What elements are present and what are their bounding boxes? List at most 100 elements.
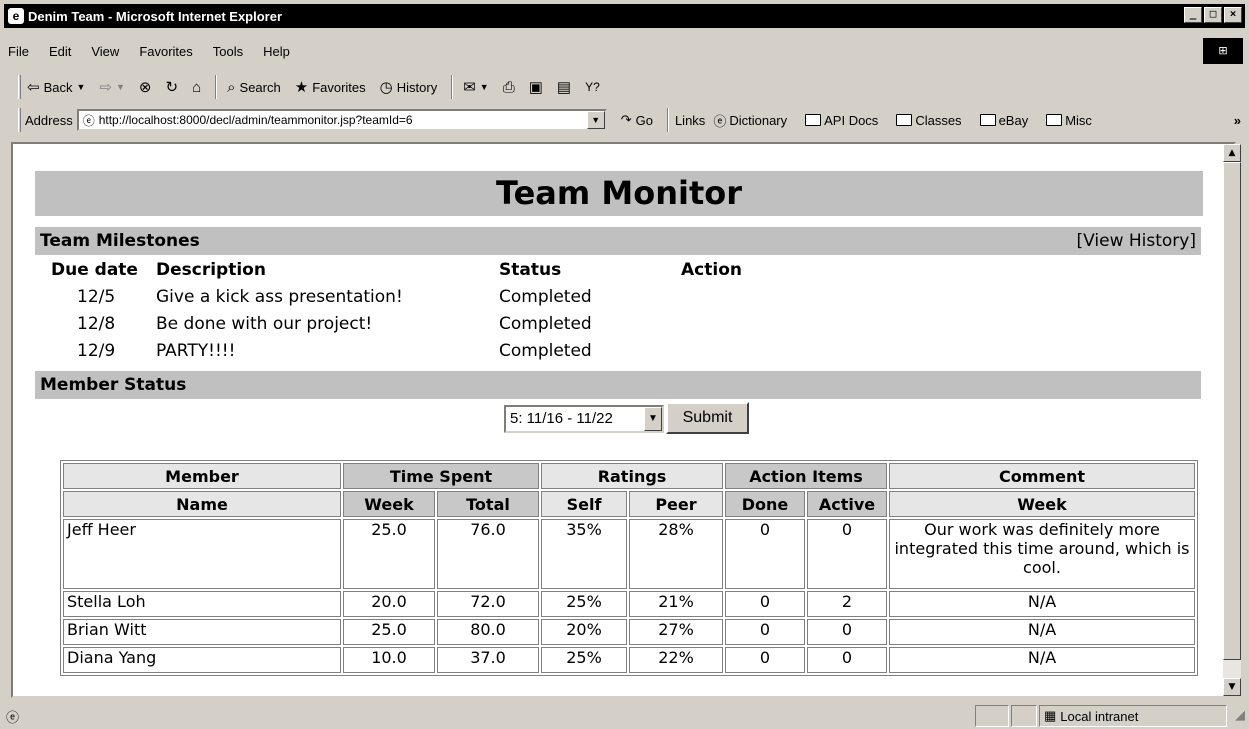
dropdown-arrow-icon[interactable]: ▼ — [116, 82, 125, 92]
submit-button[interactable]: Submit — [666, 402, 749, 434]
menu-favorites[interactable]: Favorites — [139, 42, 192, 61]
zone-label: Local intranet — [1060, 708, 1139, 724]
vertical-scrollbar[interactable]: ▲ ▼ — [1223, 144, 1241, 696]
stop-button[interactable]: ⊗ — [139, 78, 152, 96]
cell-total: 37.0 — [437, 647, 539, 673]
address-bar: Address ⓔ http://localhost:8000/decl/adm… — [0, 105, 1249, 135]
milestone-status: Completed — [499, 314, 592, 334]
print-button[interactable]: ⎙ — [503, 79, 515, 96]
favorites-label: Favorites — [312, 79, 366, 95]
history-button[interactable]: ◷ History — [380, 78, 438, 96]
search-button[interactable]: ⌕ Search — [227, 79, 281, 96]
forward-button[interactable]: ⇨ ▼ — [99, 78, 125, 96]
address-input[interactable]: ⓔ http://localhost:8000/decl/admin/teamm… — [76, 109, 607, 131]
window-title: Denim Team - Microsoft Internet Explorer — [28, 8, 283, 24]
week-select[interactable]: 5: 11/16 - 11/22 ▼ — [504, 405, 664, 433]
go-button[interactable]: ↷ Go — [621, 112, 653, 128]
intranet-icon: ▦ — [1044, 708, 1057, 723]
page-icon: ⓔ — [82, 113, 95, 128]
link-label: Dictionary — [729, 112, 788, 128]
table-group-header-row: Member Time Spent Ratings Action Items C… — [63, 463, 1195, 489]
go-arrow-icon: ↷ — [620, 112, 632, 127]
menu-view[interactable]: View — [91, 42, 119, 61]
milestone-status: Completed — [499, 287, 592, 307]
folder-icon — [896, 114, 913, 126]
milestone-header-action: Action — [681, 260, 742, 280]
milestone-date: 12/8 — [77, 314, 116, 334]
minimize-button[interactable]: _ — [1184, 7, 1202, 23]
chevron-down-icon[interactable]: ▼ — [644, 407, 662, 431]
week-select-value: 5: 11/16 - 11/22 — [510, 410, 613, 427]
window-titlebar: e Denim Team - Microsoft Internet Explor… — [4, 4, 1245, 28]
link-misc[interactable]: Misc — [1046, 113, 1092, 128]
milestone-date: 12/9 — [77, 341, 116, 361]
table-row: Brian Witt 25.0 80.0 20% 27% 0 0 N/A — [63, 619, 1195, 645]
links-overflow-chevron-icon[interactable]: » — [1234, 113, 1241, 128]
toolbar-separator — [451, 75, 454, 99]
link-label: eBay — [998, 112, 1029, 128]
link-label: API Docs — [824, 112, 879, 128]
cell-done: 0 — [725, 619, 805, 645]
view-history-link[interactable]: [View History] — [1077, 227, 1197, 255]
home-button[interactable]: ⌂ — [192, 79, 201, 96]
address-grip[interactable] — [18, 108, 21, 132]
refresh-button[interactable]: ↻ — [165, 78, 178, 96]
toolbar-grip[interactable] — [18, 75, 21, 99]
cell-active: 2 — [807, 591, 887, 617]
back-arrow-icon: ⇦ — [27, 79, 40, 96]
address-label: Address — [25, 112, 73, 128]
resize-grip-icon[interactable]: ◢ — [1235, 707, 1245, 723]
cell-done: 0 — [725, 519, 805, 589]
milestone-description: Give a kick ass presentation! — [156, 287, 403, 307]
menu-tools[interactable]: Tools — [213, 42, 243, 61]
cell-name: Jeff Heer — [63, 519, 341, 589]
link-classes[interactable]: Classes — [896, 112, 962, 128]
scroll-down-button[interactable]: ▼ — [1223, 678, 1241, 696]
link-dictionary[interactable]: ⓔ Dictionary — [713, 111, 787, 130]
member-status-section-header: Member Status — [35, 371, 1201, 399]
col-header-week: Week — [343, 491, 435, 517]
cell-total: 76.0 — [437, 519, 539, 589]
table-row: Diana Yang 10.0 37.0 25% 22% 0 0 N/A — [63, 647, 1195, 673]
menu-help[interactable]: Help — [263, 42, 290, 61]
back-button[interactable]: ⇦ Back ▼ — [27, 78, 85, 96]
edit-button[interactable]: ▣ — [529, 78, 543, 96]
table-sub-header-row: Name Week Total Self Peer Done Active We… — [63, 491, 1195, 517]
history-label: History — [396, 79, 438, 95]
menu-file[interactable]: File — [8, 42, 29, 61]
discuss-button[interactable]: ▤ — [557, 78, 571, 96]
messenger-button[interactable]: Y? — [585, 80, 600, 94]
cell-total: 80.0 — [437, 619, 539, 645]
ie-icon: e — [8, 8, 24, 24]
group-header-comment: Comment — [889, 463, 1195, 489]
scroll-up-button[interactable]: ▲ — [1223, 144, 1241, 162]
maximize-button[interactable]: □ — [1204, 7, 1222, 23]
link-api-docs[interactable]: API Docs — [805, 113, 878, 128]
cell-week: 25.0 — [343, 619, 435, 645]
mail-icon: ✉ — [463, 79, 476, 96]
history-icon: ◷ — [379, 79, 393, 96]
menu-edit[interactable]: Edit — [49, 42, 71, 61]
page-status-icon: ⓔ — [6, 710, 20, 725]
close-button[interactable]: × — [1224, 7, 1242, 23]
cell-comment: N/A — [889, 647, 1195, 673]
messenger-icon: Y? — [585, 80, 600, 94]
address-dropdown-button[interactable]: ▼ — [586, 111, 605, 129]
folder-icon — [1046, 114, 1063, 126]
scroll-thumb[interactable] — [1223, 162, 1241, 660]
back-label: Back — [43, 79, 73, 95]
milestone-description: PARTY!!!! — [156, 341, 236, 361]
cell-peer: 28% — [629, 519, 723, 589]
go-label: Go — [635, 112, 653, 128]
links-separator — [666, 108, 669, 132]
link-label: Classes — [915, 112, 962, 128]
cell-peer: 22% — [629, 647, 723, 673]
zone-panel: ▦ Local intranet — [1039, 705, 1227, 727]
dropdown-arrow-icon[interactable]: ▼ — [76, 82, 85, 92]
toolbar-separator — [215, 75, 218, 99]
mail-button[interactable]: ✉ ▼ — [463, 78, 489, 96]
link-ebay[interactable]: eBay — [979, 112, 1029, 128]
favorites-icon: ★ — [294, 79, 309, 96]
favorites-button[interactable]: ★ Favorites — [295, 78, 366, 96]
cell-comment: N/A — [889, 619, 1195, 645]
